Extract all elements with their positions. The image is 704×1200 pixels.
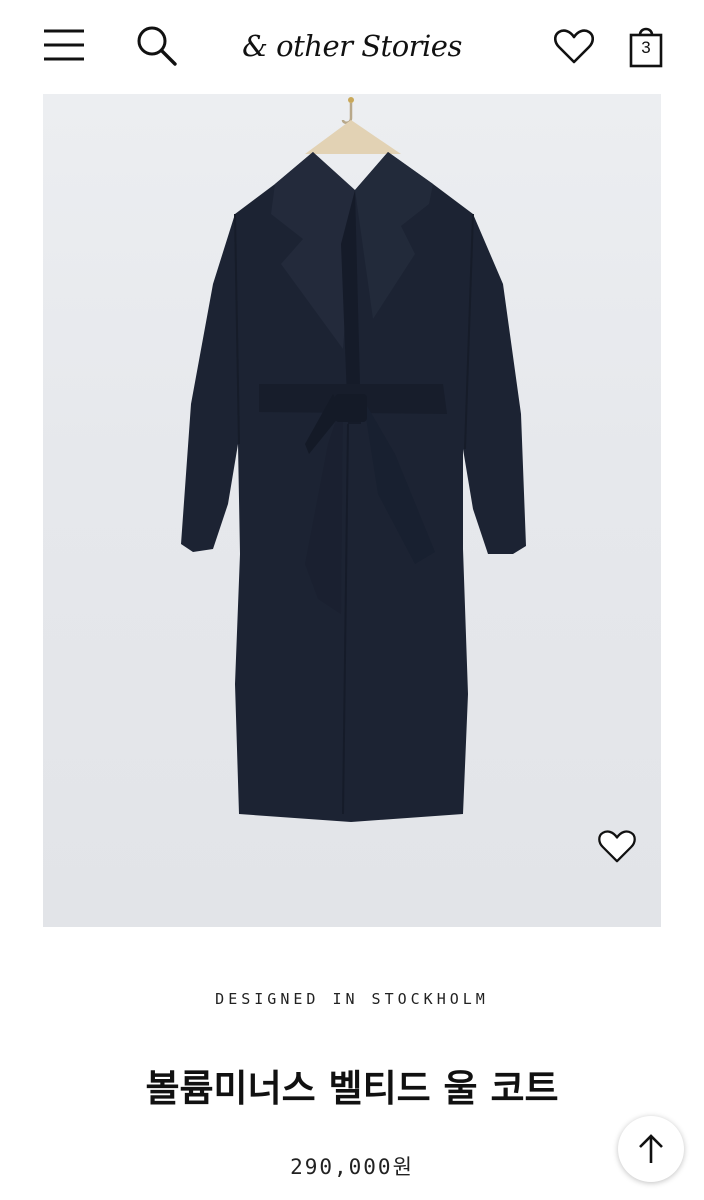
product-image[interactable]	[43, 94, 661, 927]
hamburger-menu-icon	[44, 29, 84, 61]
coat-image	[181, 97, 526, 822]
product-title: 볼륨미너스 벨티드 울 코트	[145, 1067, 559, 1110]
arrow-up-icon	[639, 1134, 663, 1163]
designed-in-stockholm-tagline: DESIGNED IN STOCKHOLM	[215, 990, 489, 1008]
wishlist-button[interactable]	[550, 24, 598, 70]
brand-logo-text: & other Stories	[242, 29, 462, 63]
brand-logo[interactable]: & other Stories	[236, 22, 468, 70]
shopping-bag-button[interactable]: 3	[624, 20, 668, 70]
image-wishlist-button[interactable]	[594, 826, 640, 868]
scroll-to-top-button[interactable]	[618, 1116, 684, 1182]
bag-count-badge: 3	[641, 38, 651, 57]
search-button[interactable]	[130, 22, 182, 68]
top-navigation-bar: & other Stories 3	[0, 0, 704, 92]
heart-icon	[554, 29, 594, 64]
menu-button[interactable]	[38, 24, 90, 66]
product-price: 290,000원	[290, 1155, 414, 1179]
heart-icon	[598, 830, 636, 863]
search-icon	[137, 26, 177, 66]
